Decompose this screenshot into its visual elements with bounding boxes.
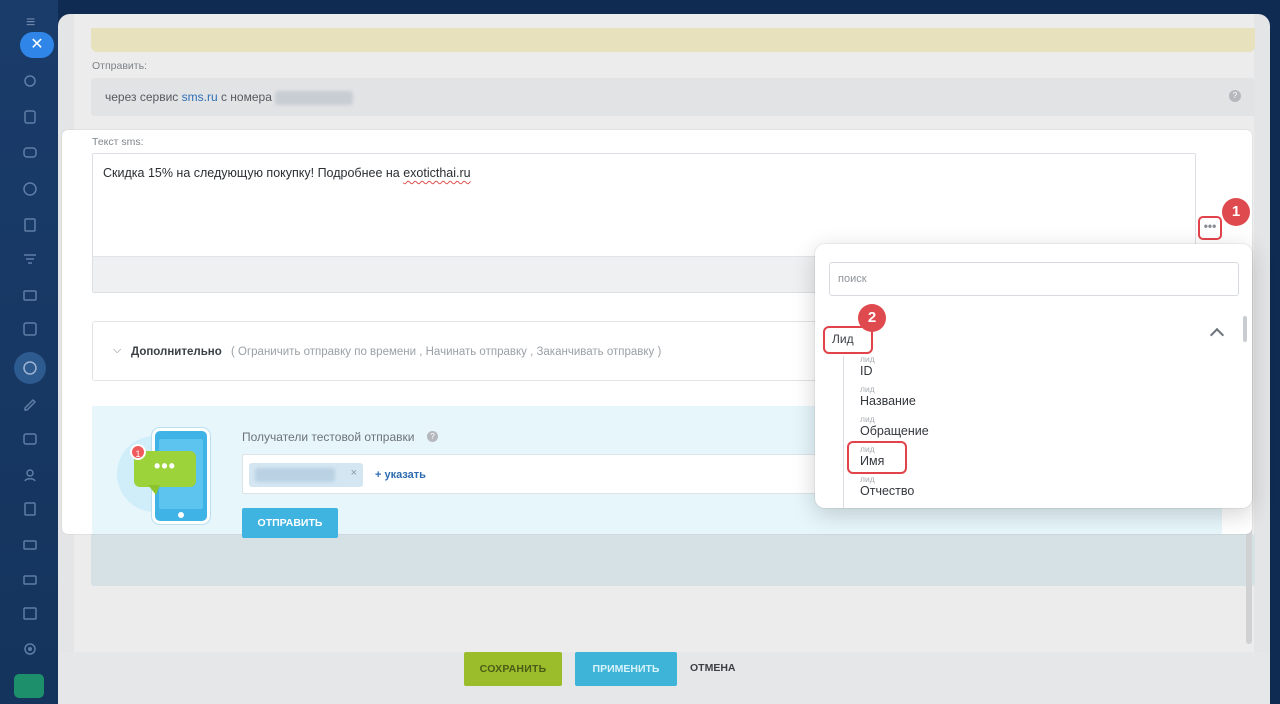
menu-icon[interactable]: ≡ bbox=[26, 14, 35, 32]
sms-text-main: Скидка 15% на следующую покупку! Подробн… bbox=[103, 166, 400, 180]
service-link[interactable]: sms.ru bbox=[182, 90, 218, 104]
test-recipients-field[interactable]: × + указать bbox=[242, 454, 842, 494]
settings-icon[interactable] bbox=[21, 640, 39, 658]
refresh-icon[interactable] bbox=[21, 72, 39, 90]
help-icon[interactable]: ? bbox=[427, 431, 438, 442]
tree-line bbox=[843, 356, 844, 508]
send-via-row: через сервис sms.ru с номера ? bbox=[91, 78, 1255, 116]
filter-icon[interactable] bbox=[21, 250, 39, 268]
background-lower-block bbox=[91, 534, 1255, 586]
popup-scrollbar[interactable] bbox=[1243, 316, 1247, 342]
chevron-down-icon: ⌵ bbox=[113, 344, 122, 356]
contacts-icon[interactable] bbox=[21, 466, 39, 484]
checkbox-icon[interactable] bbox=[21, 320, 39, 338]
notification-badge: 1 bbox=[130, 444, 146, 460]
field-insert-popup: Лид лид ID лид Название лид Обращение ли… bbox=[815, 244, 1252, 508]
close-icon[interactable]: ✕ bbox=[20, 32, 54, 58]
blurred-recipient bbox=[255, 468, 335, 482]
additional-title: Дополнительно bbox=[131, 346, 222, 358]
first-name-highlight bbox=[847, 441, 907, 474]
calendar-icon[interactable] bbox=[21, 604, 39, 622]
file-icon[interactable] bbox=[21, 500, 39, 518]
send-label: Отправить: bbox=[92, 60, 147, 72]
list-item-salutation[interactable]: лид Обращение bbox=[860, 415, 929, 439]
mail-icon[interactable] bbox=[21, 286, 39, 304]
send-prefix: через сервис bbox=[105, 90, 179, 104]
additional-options: ( Ограничить отправку по времени , Начин… bbox=[231, 346, 662, 358]
remove-recipient-icon[interactable]: × bbox=[351, 467, 357, 479]
crm-icon[interactable] bbox=[21, 359, 39, 377]
blurred-phone-number bbox=[275, 90, 354, 105]
rocket-icon[interactable] bbox=[14, 674, 44, 698]
list-item-name[interactable]: лид Название bbox=[860, 385, 916, 409]
group-lead[interactable]: Лид bbox=[832, 332, 854, 346]
store-icon[interactable] bbox=[21, 570, 39, 588]
add-recipient-link[interactable]: + указать bbox=[375, 469, 426, 481]
cancel-button[interactable]: ОТМЕНА bbox=[690, 662, 736, 674]
send-test-button[interactable]: ОТПРАВИТЬ bbox=[242, 508, 338, 538]
card-icon[interactable] bbox=[21, 536, 39, 554]
sms-text-label: Текст sms: bbox=[92, 136, 144, 148]
notice-strip bbox=[91, 28, 1255, 52]
sms-text-content: Скидка 15% на следующую покупку! Подробн… bbox=[103, 166, 471, 180]
send-suffix: с номера bbox=[220, 90, 272, 104]
search-input[interactable] bbox=[829, 262, 1239, 296]
step-badge-2: 2 bbox=[858, 304, 886, 332]
save-button[interactable]: СОХРАНИТЬ bbox=[464, 652, 562, 686]
chevron-up-icon[interactable] bbox=[1209, 327, 1225, 343]
pen-icon[interactable] bbox=[21, 394, 39, 412]
list-item-id[interactable]: лид ID bbox=[860, 355, 875, 379]
chat-icon[interactable] bbox=[21, 144, 39, 162]
recipient-chip[interactable]: × bbox=[249, 463, 363, 487]
tasks-icon[interactable] bbox=[21, 108, 39, 126]
video-icon[interactable] bbox=[21, 430, 39, 448]
left-sidebar: ≡ ✕ bbox=[0, 0, 58, 704]
more-options-button[interactable]: ••• bbox=[1198, 216, 1222, 240]
list-item-patronymic[interactable]: лид Отчество bbox=[860, 475, 914, 499]
apply-button[interactable]: ПРИМЕНИТЬ bbox=[575, 652, 677, 686]
sms-text-link: exoticthai.ru bbox=[403, 166, 471, 180]
globe-icon[interactable] bbox=[21, 180, 39, 198]
step-badge-1: 1 bbox=[1222, 198, 1250, 226]
test-recipients-label: Получатели тестовой отправки bbox=[242, 430, 415, 444]
help-icon[interactable]: ? bbox=[1229, 90, 1241, 102]
document-icon[interactable] bbox=[21, 216, 39, 234]
